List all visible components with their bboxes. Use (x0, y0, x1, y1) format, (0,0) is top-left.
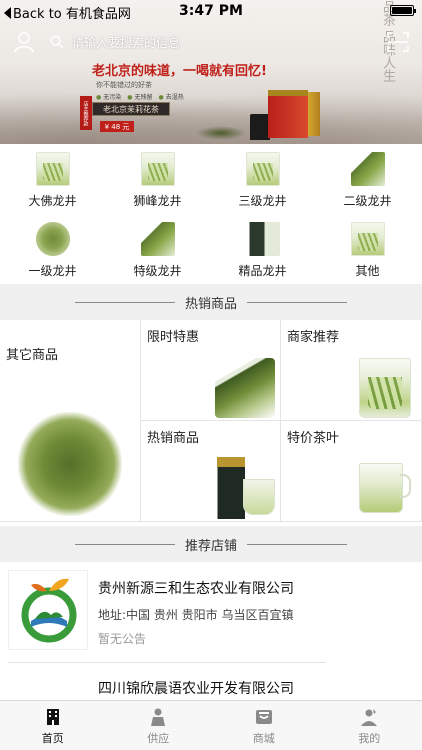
tea-leaves-icon (140, 222, 175, 256)
hot-cell-limited-offer[interactable]: 限时特惠 (141, 320, 281, 421)
status-time: 3:47 PM (179, 3, 243, 19)
person-icon (151, 708, 166, 726)
banner-badges: 无污染 无残留 去湿热 (96, 92, 184, 101)
banner-tea-tin-image (250, 114, 270, 140)
banner-red-tag: 店主推荐款 (80, 96, 92, 130)
store-icon (255, 710, 272, 724)
tab-label: 我的 (358, 732, 381, 745)
banner-product-plaque: 老北京茉莉花茶 (92, 102, 170, 116)
scan-icon[interactable] (386, 30, 410, 54)
category-label: 特级龙井 (133, 264, 182, 278)
building-icon (46, 709, 59, 725)
shop-section-header: 推荐店铺 (0, 526, 422, 562)
tea-mug-image (359, 463, 411, 513)
category-item[interactable]: 二级龙井 (315, 144, 420, 214)
tab-mall[interactable]: 商城 (211, 701, 317, 750)
divider (74, 543, 175, 545)
tab-profile[interactable]: 我的 (317, 701, 422, 750)
category-label: 精品龙井 (238, 264, 287, 278)
hot-section-header: 热销商品 (0, 284, 422, 320)
hot-cell-title: 限时特惠 (147, 330, 200, 345)
tab-label: 商城 (252, 732, 275, 745)
search-placeholder: 请输入要搜索的信息 (72, 35, 181, 50)
category-label: 二级龙井 (343, 194, 392, 208)
shop-logo (8, 570, 88, 650)
category-label: 大佛龙井 (28, 194, 77, 208)
hot-cell-discount-tea[interactable]: 特价茶叶 (281, 421, 422, 522)
spilled-tea-image (215, 358, 275, 418)
hot-section-title: 热销商品 (184, 296, 237, 312)
battery-icon (390, 5, 416, 16)
category-label: 其他 (355, 264, 380, 278)
banner-tea-box-image (268, 90, 308, 138)
shop-notice: 暂无公告 (98, 632, 147, 646)
tea-glass-icon (140, 152, 175, 186)
hot-cell-title: 特价茶叶 (287, 431, 340, 446)
shop-item[interactable]: 四川锦欣晨语农业开发有限公司 (0, 662, 422, 702)
hot-goods-grid: 其它商品 限时特惠 商家推荐 热销商品 特价茶叶 (0, 320, 422, 522)
tea-glass-icon (35, 152, 70, 186)
hot-cell-title: 商家推荐 (287, 330, 340, 345)
shop-item[interactable]: 贵州新源三和生态农业有限公司 地址:中国 贵州 贵阳市 乌当区百宜镇 暂无公告 (0, 562, 422, 662)
profile-icon (361, 709, 378, 726)
banner-tea-box-side-image (308, 92, 320, 136)
shop-section-title: 推荐店铺 (184, 538, 237, 554)
tab-label: 供应 (147, 732, 170, 745)
category-grid: 大佛龙井 狮峰龙井 三级龙井 二级龙井 一级龙井 特级龙井 精品龙井 其他 (0, 144, 422, 284)
tea-tin-image (215, 457, 277, 519)
tab-bar: 首页 供应 商城 我的 (0, 700, 422, 750)
divider (247, 543, 347, 545)
category-item[interactable]: 其他 (315, 214, 420, 284)
tea-glass-icon (245, 152, 280, 186)
banner-subline: 你不能错过的好茶 (96, 81, 152, 89)
category-label: 一级龙井 (28, 264, 77, 278)
search-input[interactable]: 请输入要搜索的信息 (50, 29, 370, 55)
banner-tea-leaves-image (196, 126, 246, 140)
banner-badge: 无残留 (127, 92, 153, 101)
divider (247, 301, 347, 303)
hot-cell-other-goods[interactable]: 其它商品 (0, 320, 141, 522)
tea-glass-image (359, 358, 411, 418)
category-item[interactable]: 一级龙井 (0, 214, 105, 284)
banner-price: ¥ 48 元 (100, 121, 134, 132)
loose-tea-icon (35, 222, 70, 256)
category-item[interactable]: 精品龙井 (210, 214, 315, 284)
shop-name: 四川锦欣晨语农业开发有限公司 (98, 681, 294, 697)
banner-tagline: 老北京的味道，一喝就有回忆! (92, 64, 267, 79)
category-item[interactable]: 大佛龙井 (0, 144, 105, 214)
category-item[interactable]: 狮峰龙井 (105, 144, 210, 214)
tea-glass-icon (350, 222, 385, 256)
status-bar: Back to 有机食品网 3:47 PM (0, 0, 422, 22)
tab-home[interactable]: 首页 (0, 701, 106, 750)
divider (74, 301, 175, 303)
search-icon (50, 35, 64, 49)
shop-list: 贵州新源三和生态农业有限公司 地址:中国 贵州 贵阳市 乌当区百宜镇 暂无公告 … (0, 562, 422, 702)
category-item[interactable]: 三级龙井 (210, 144, 315, 214)
shop-name: 贵州新源三和生态农业有限公司 (98, 581, 294, 597)
shop-logo-emblem (21, 578, 77, 643)
hot-cell-merchant-pick[interactable]: 商家推荐 (281, 320, 422, 421)
tea-tin-icon (245, 222, 280, 256)
user-icon[interactable] (12, 30, 36, 54)
tab-supply[interactable]: 供应 (106, 701, 212, 750)
hot-cell-title: 其它商品 (6, 348, 59, 363)
loose-tea-image (18, 412, 122, 516)
search-row: 请输入要搜索的信息 (0, 28, 422, 58)
tea-leaves-icon (350, 152, 385, 186)
shop-address: 地址:中国 贵州 贵阳市 乌当区百宜镇 (98, 608, 294, 622)
category-label: 狮峰龙井 (133, 194, 182, 208)
hot-cell-hot-goods[interactable]: 热销商品 (141, 421, 281, 522)
tab-label: 首页 (41, 732, 64, 745)
category-item[interactable]: 特级龙井 (105, 214, 210, 284)
banner-badge: 无污染 (96, 92, 121, 101)
category-label: 三级龙井 (238, 194, 287, 208)
hot-cell-title: 热销商品 (147, 431, 200, 446)
banner-badge: 去湿热 (159, 92, 184, 101)
